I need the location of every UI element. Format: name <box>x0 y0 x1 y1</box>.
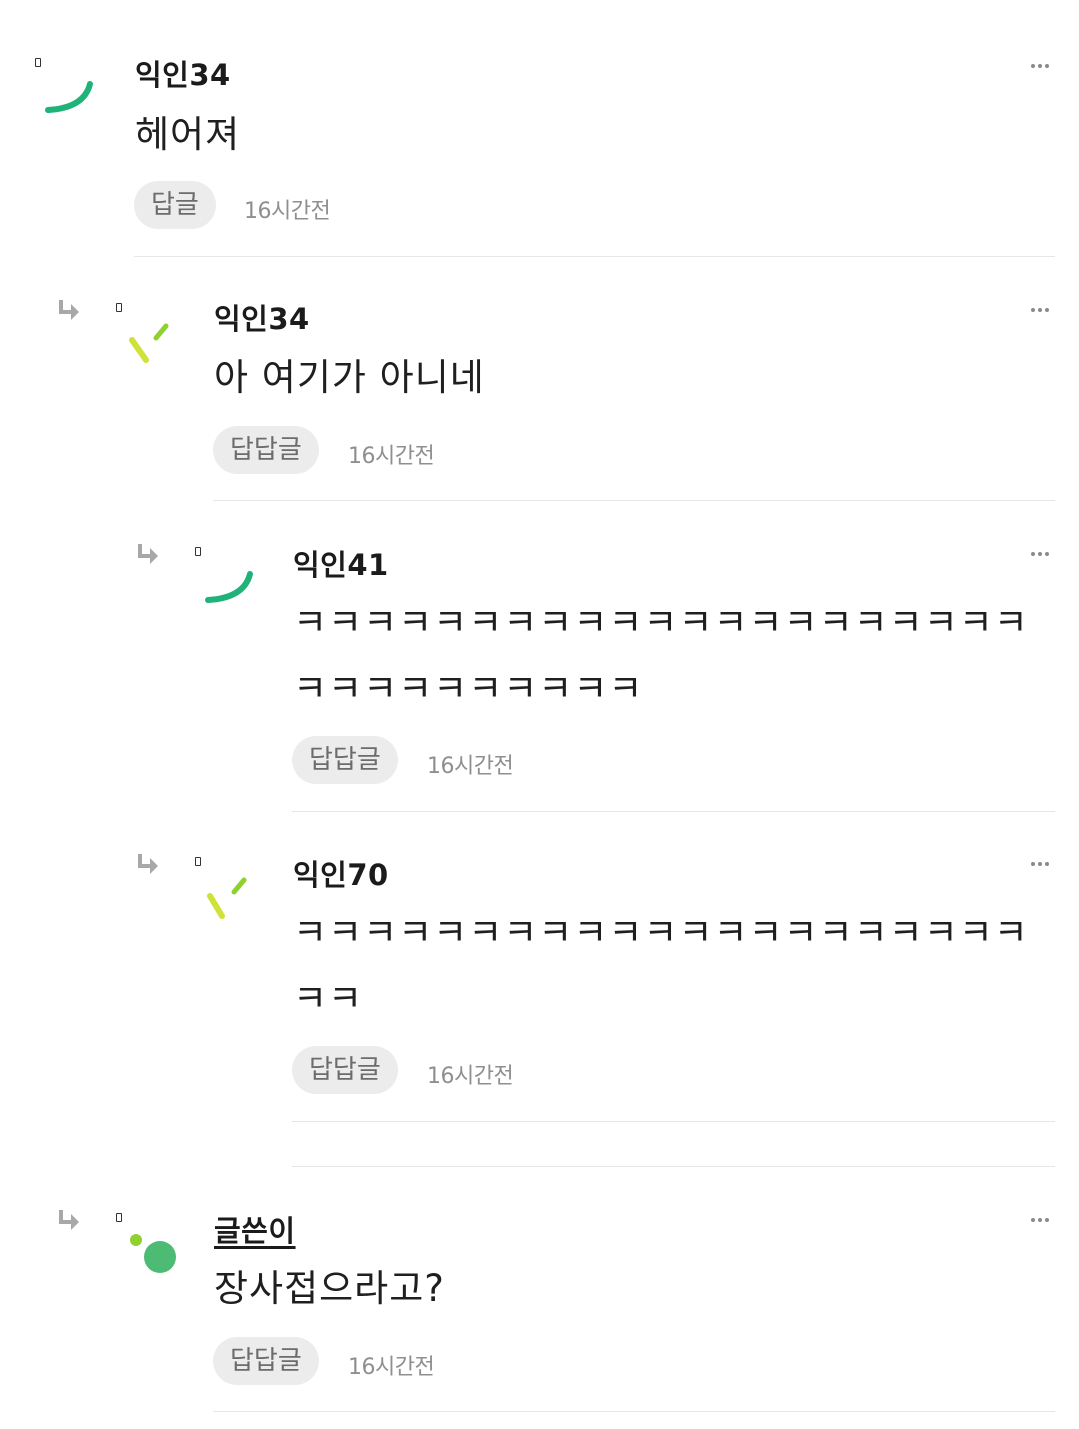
comment-item: 익인70 ㅋㅋㅋㅋㅋㅋㅋㅋㅋㅋㅋㅋㅋㅋㅋㅋㅋㅋㅋㅋㅋㅋㅋ 답답글 16시간전 <box>0 812 1079 1124</box>
reply-button[interactable]: 답답글 <box>213 426 319 474</box>
reply-button[interactable]: 답답글 <box>213 1337 319 1385</box>
comment-text: ㅋㅋㅋㅋㅋㅋㅋㅋㅋㅋㅋㅋㅋㅋㅋㅋㅋㅋㅋㅋㅋㅋㅋ <box>293 911 1029 1020</box>
avatar-lime-strokes-icon <box>129 323 169 363</box>
comment-timestamp: 16시간전 <box>427 754 514 779</box>
comment-item: 익인34 아 여기가 아니네 답답글 16시간전 <box>0 258 1079 502</box>
more-options-icon[interactable] <box>1031 308 1055 316</box>
comment-item: 익인34 헤어져 답글 16시간전 <box>0 0 1079 258</box>
avatar-lime-strokes-icon <box>207 877 247 919</box>
comment-nickname[interactable]: 익인34 <box>135 52 231 94</box>
comment-item: 익인41 ㅋㅋㅋㅋㅋㅋㅋㅋㅋㅋㅋㅋㅋㅋㅋㅋㅋㅋㅋㅋㅋㅋㅋㅋㅋㅋㅋㅋㅋㅋㅋ 답답글… <box>0 502 1079 812</box>
comment-timestamp: 16시간전 <box>348 1355 435 1380</box>
reply-arrow-icon <box>138 854 158 874</box>
reply-button[interactable]: 답답글 <box>292 1046 398 1094</box>
comment-nickname[interactable]: 익인41 <box>293 542 389 584</box>
avatar-green-arc-icon <box>205 571 253 603</box>
comment-nickname[interactable]: 익인34 <box>214 296 310 338</box>
comment-divider <box>213 500 1055 501</box>
comment-timestamp: 16시간전 <box>244 199 331 224</box>
reply-arrow-icon <box>59 1210 79 1230</box>
comment-divider <box>213 1411 1055 1412</box>
comment-nickname[interactable]: 익인70 <box>293 852 389 894</box>
section-divider <box>292 1166 1055 1167</box>
reply-arrow-icon <box>138 544 158 564</box>
reply-button[interactable]: 답글 <box>134 181 216 229</box>
reply-arrow-icon <box>59 300 79 320</box>
comment-timestamp: 16시간전 <box>427 1064 514 1089</box>
level-badge-icon <box>116 1213 122 1222</box>
more-options-icon[interactable] <box>1031 862 1055 870</box>
level-badge-icon <box>116 303 122 312</box>
level-badge-icon <box>35 58 41 67</box>
more-options-icon[interactable] <box>1031 64 1055 72</box>
avatar-green-arc-icon <box>45 81 93 113</box>
comment-item: 글쓴이 장사접으라고? 답답글 16시간전 <box>0 1168 1079 1429</box>
reply-button[interactable]: 답답글 <box>292 736 398 784</box>
level-badge-icon <box>195 547 201 556</box>
more-options-icon[interactable] <box>1031 552 1055 560</box>
avatar-green-dots-icon <box>130 1234 176 1273</box>
comment-text: 아 여기가 아니네 <box>214 356 485 399</box>
comment-divider <box>134 256 1055 257</box>
more-options-icon[interactable] <box>1031 1218 1055 1226</box>
comment-text: 장사접으라고? <box>214 1267 445 1310</box>
author-nickname[interactable]: 글쓴이 <box>214 1208 296 1250</box>
comment-text: 헤어져 <box>135 113 241 156</box>
comment-text: ㅋㅋㅋㅋㅋㅋㅋㅋㅋㅋㅋㅋㅋㅋㅋㅋㅋㅋㅋㅋㅋㅋㅋㅋㅋㅋㅋㅋㅋㅋㅋ <box>293 601 1029 710</box>
level-badge-icon <box>195 857 201 866</box>
comment-timestamp: 16시간전 <box>348 444 435 469</box>
comment-divider <box>292 1121 1055 1122</box>
